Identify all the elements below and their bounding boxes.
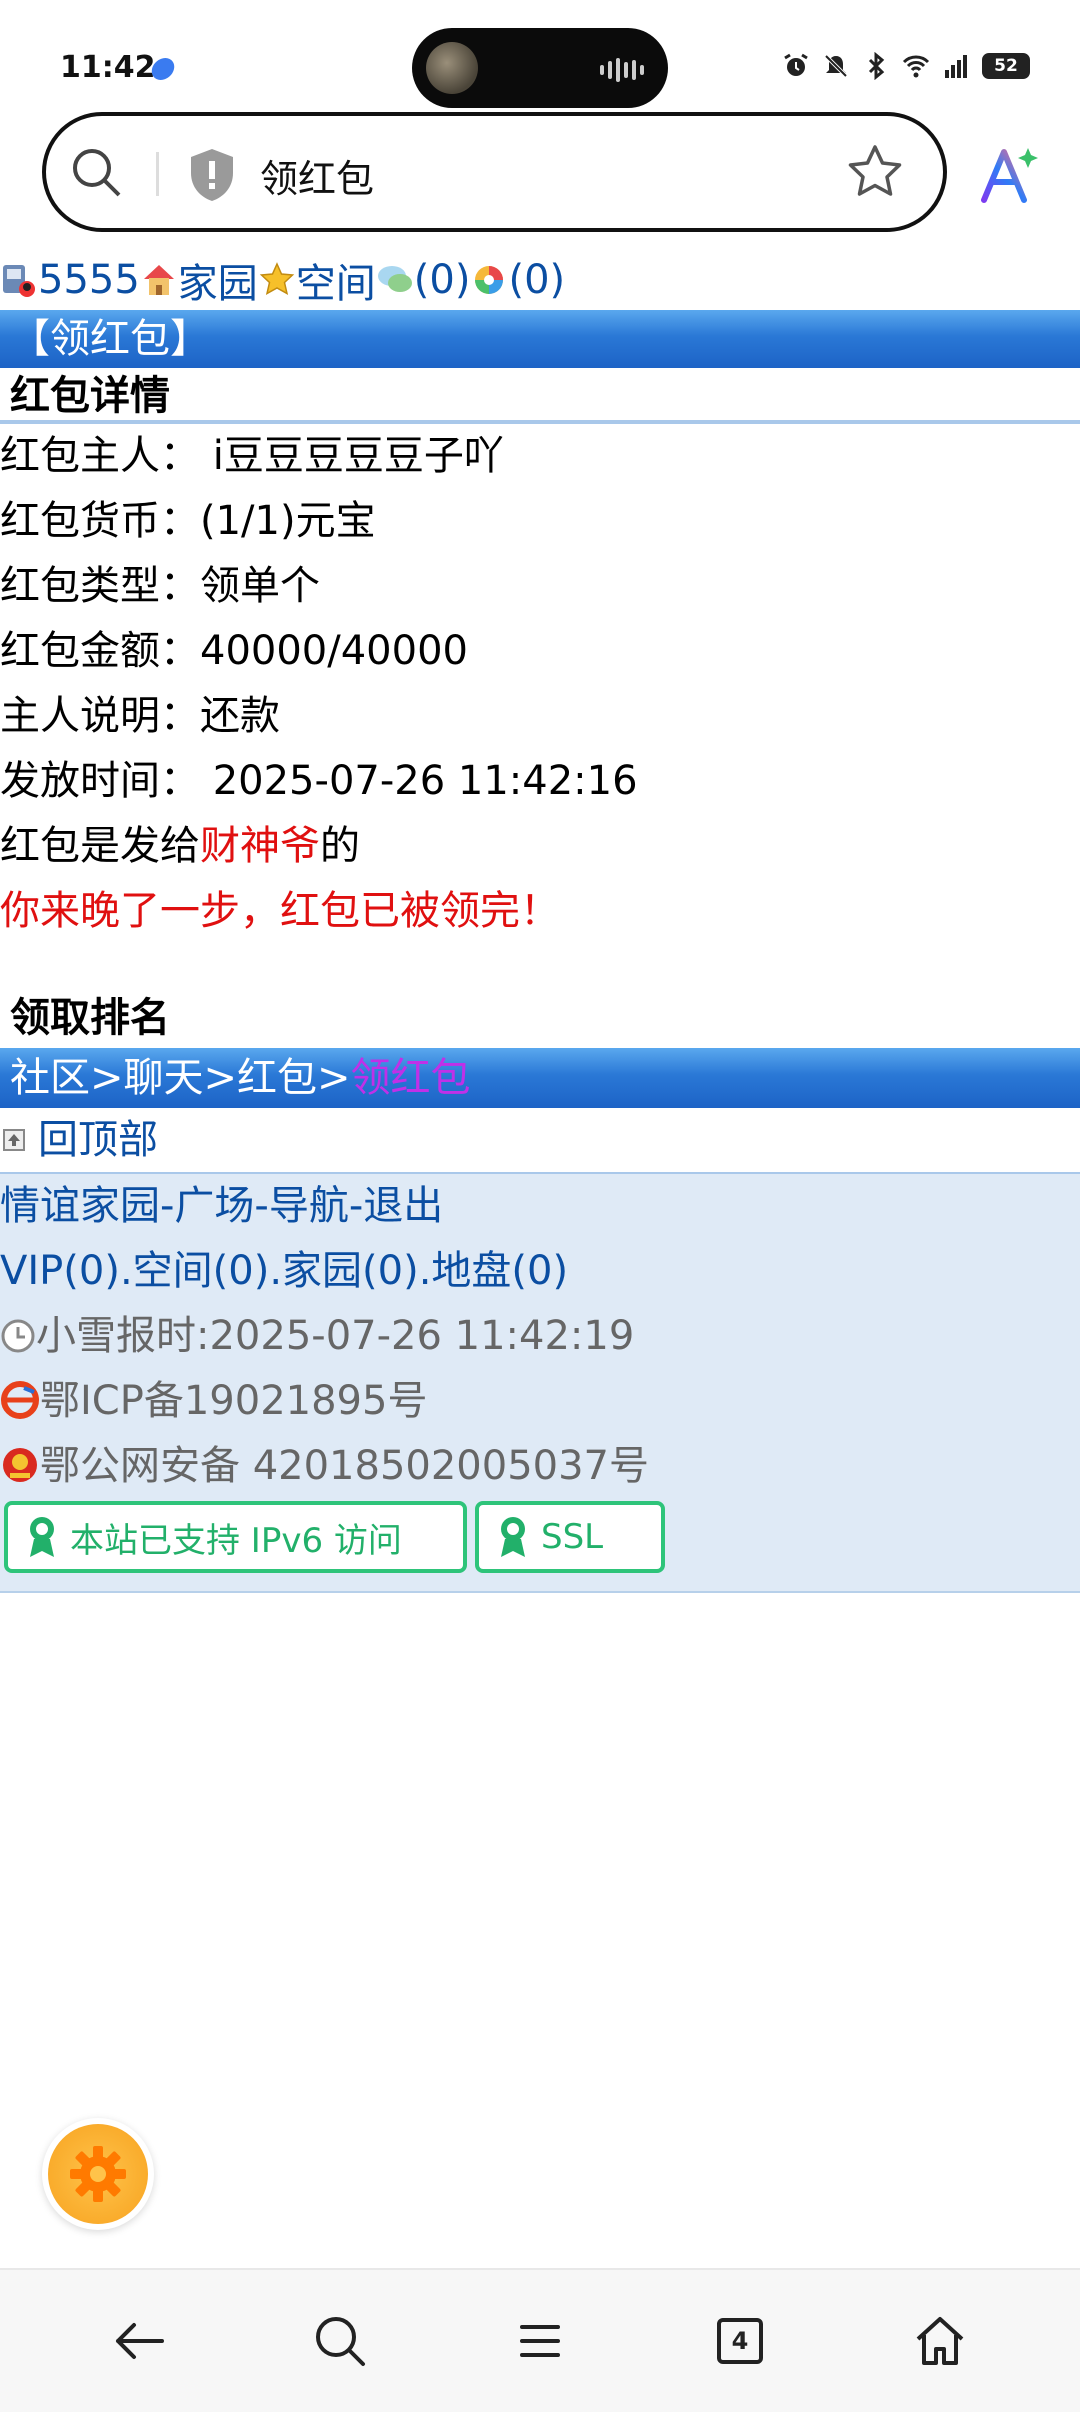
pinwheel-icon (475, 266, 504, 294)
icp-logo-icon (1, 1381, 39, 1419)
footer-time-text: 小雪报时:2025-07-26 11:42:19 (36, 1313, 635, 1359)
footer-icp[interactable]: 鄂ICP备19021895号 (0, 1369, 1080, 1434)
ssl-badge[interactable]: SSL (475, 1501, 665, 1573)
ribbon-award-icon (501, 1517, 525, 1557)
mute-icon (824, 54, 848, 78)
footer-police-text[interactable]: 鄂公网安备 42018502005037号 (40, 1443, 649, 1489)
dynamic-island (412, 28, 668, 108)
home-link[interactable]: 家园 (178, 251, 258, 309)
signal-5g-icon (945, 55, 967, 78)
tabs-button[interactable]: 4 (690, 2291, 790, 2391)
divider (156, 152, 159, 196)
footer-icp-text[interactable]: 鄂ICP备19021895号 (40, 1378, 427, 1424)
home-button[interactable] (890, 2291, 990, 2391)
search-icon[interactable] (68, 144, 126, 202)
floating-settings-button[interactable] (42, 2118, 154, 2230)
header-bar: 【领红包】 (0, 310, 1080, 368)
breadcrumb-path[interactable]: 社区>聊天>红包> (10, 1055, 351, 1101)
detail-currency: 红包货币：(1/1)元宝 (0, 498, 376, 544)
gear-icon (70, 2146, 126, 2202)
up-arrow-icon (3, 1129, 25, 1151)
back-to-top-label[interactable]: 回顶部 (38, 1107, 158, 1173)
footer-counts[interactable]: VIP(0).空间(0).家园(0).地盘(0) (0, 1239, 1080, 1304)
recipient-suffix: 的 (320, 823, 360, 869)
footer: 情谊家园-广场-导航-退出 VIP(0).空间(0).家园(0).地盘(0) 小… (0, 1174, 1080, 1593)
status-message: 你来晚了一步，红包已被领完！ (0, 888, 560, 934)
wifi-icon (902, 55, 930, 78)
footer-time: 小雪报时:2025-07-26 11:42:19 (0, 1304, 1080, 1369)
back-to-top[interactable]: 回顶部 (0, 1108, 1080, 1174)
status-time: 11:42 (60, 50, 156, 85)
ai-assistant-icon[interactable] (978, 144, 1040, 206)
home-house-icon (143, 265, 174, 295)
menu-button[interactable] (490, 2291, 590, 2391)
chat-bubble-icon (377, 266, 412, 292)
footer-police[interactable]: 鄂公网安备 42018502005037号 (0, 1434, 1080, 1499)
tab-count: 4 (717, 2318, 763, 2364)
ipv6-badge[interactable]: 本站已支持 IPv6 访问 (4, 1501, 467, 1573)
bookmark-star-icon[interactable] (845, 142, 905, 202)
album-art-icon (426, 42, 478, 94)
breadcrumb: 社区>聊天>红包>领红包 (0, 1048, 1080, 1108)
star-space-icon (259, 262, 295, 295)
clock-icon (1, 1319, 35, 1353)
footer-links[interactable]: 情谊家园-广场-导航-退出 (0, 1174, 1080, 1239)
messages-link[interactable]: (0) (414, 257, 471, 303)
ribbon-award-icon (30, 1517, 54, 1557)
search-icon (316, 2317, 365, 2366)
user-icon (3, 265, 35, 297)
battery-icon: 52 (982, 53, 1030, 79)
search-button[interactable] (290, 2291, 390, 2391)
ssl-badge-label: SSL (541, 1517, 604, 1557)
detail-owner: 红包主人： i豆豆豆豆豆子吖 (0, 433, 504, 479)
detail-note: 主人说明：还款 (0, 693, 280, 739)
audio-wave-icon (600, 58, 644, 82)
footer-badges: 本站已支持 IPv6 访问 SSL (0, 1499, 1080, 1573)
address-query[interactable]: 领红包 (260, 148, 374, 203)
alarm-icon (784, 53, 808, 76)
other-link[interactable]: (0) (508, 257, 565, 303)
space-link[interactable]: 空间 (296, 251, 376, 309)
status-bar: 11:42 52 (0, 0, 1080, 108)
back-button[interactable] (90, 2291, 190, 2391)
top-links: 5555 家园 空间 (0) (0) (0, 250, 1080, 310)
home-icon (916, 2317, 964, 2365)
user-id-link[interactable]: 5555 (38, 257, 140, 303)
detail-recipient: 红包是发给财神爷的 (0, 814, 1080, 879)
address-bar[interactable]: 领红包 (42, 112, 947, 232)
ipv6-badge-label: 本站已支持 IPv6 访问 (70, 1520, 402, 1561)
back-arrow-icon (116, 2323, 164, 2359)
bottom-nav: 4 (0, 2268, 1080, 2412)
section-title-details: 红包详情 (0, 368, 1080, 424)
detail-time: 发放时间： 2025-07-26 11:42:16 (0, 758, 638, 804)
bluetooth-icon (868, 52, 885, 80)
detail-amount: 红包金额：40000/40000 (0, 628, 468, 674)
section-title-ranking: 领取排名 (10, 995, 170, 1041)
detail-type: 红包类型：领单个 (0, 563, 320, 609)
shield-icon[interactable] (186, 146, 238, 204)
menu-icon (520, 2325, 560, 2357)
police-emblem-icon (3, 1448, 37, 1482)
recipient-prefix: 红包是发给 (0, 823, 200, 869)
recipient-name[interactable]: 财神爷 (200, 823, 320, 869)
page-content: 5555 家园 空间 (0) (0) 【领红包】 红包详情 红包主人： i豆豆豆… (0, 250, 1080, 1593)
breadcrumb-current: 领红包 (350, 1055, 471, 1101)
